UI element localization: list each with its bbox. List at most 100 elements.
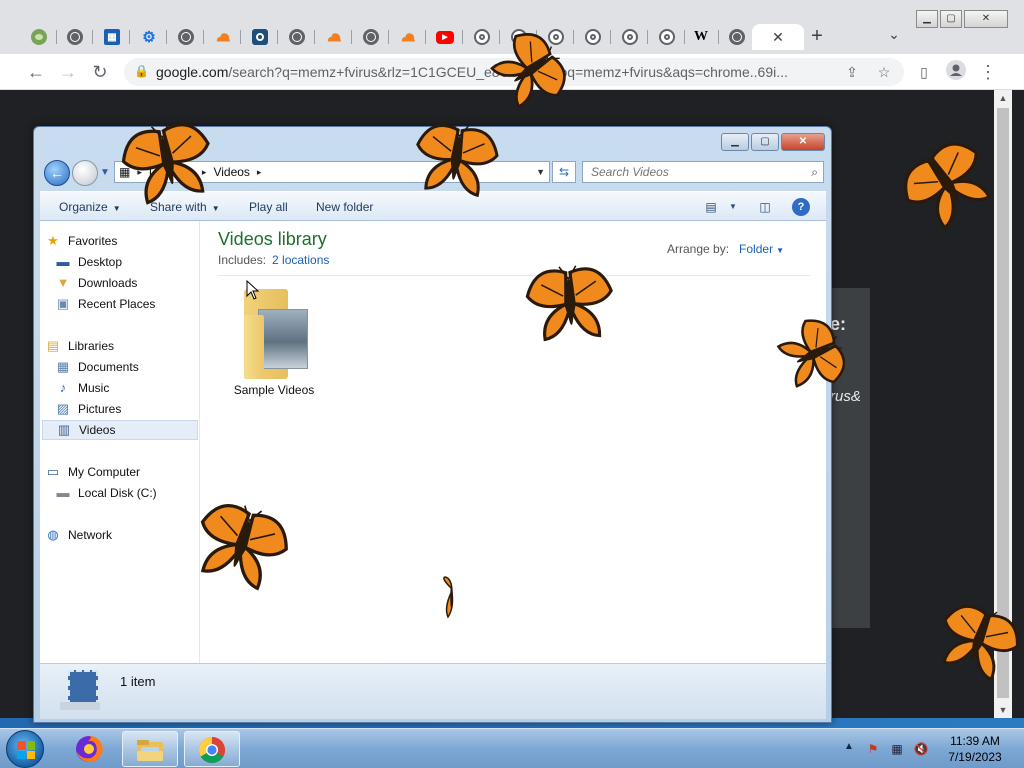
- cloudflare-icon: [326, 29, 342, 45]
- tab-chrome[interactable]: [652, 24, 685, 50]
- cloudflare-icon: [400, 29, 416, 45]
- nav-network[interactable]: ◍ Network: [44, 525, 198, 545]
- music-note-icon: ♪: [59, 380, 67, 395]
- reload-icon[interactable]: ↻: [88, 60, 112, 84]
- navigation-pane: ★ Favorites ▬ Desktop ▼ Downloads ▣ Recent P…: [40, 221, 200, 663]
- includes-locations-link[interactable]: 2 locations: [272, 253, 329, 267]
- nav-libraries[interactable]: ▤ Libraries: [44, 336, 198, 356]
- tab-globe[interactable]: [60, 24, 93, 50]
- tab-globe[interactable]: [356, 24, 389, 50]
- forward-arrow-icon[interactable]: →: [56, 60, 80, 84]
- nav-favorites[interactable]: ★ Favorites: [44, 231, 198, 251]
- search-input[interactable]: [583, 162, 793, 182]
- nav-downloads[interactable]: ▼ Downloads: [54, 273, 208, 293]
- nav-local-disk[interactable]: ▬ Local Disk (C:): [54, 483, 208, 503]
- nav-label: Desktop: [78, 255, 123, 269]
- organize-label: Organize: [59, 200, 108, 214]
- tab-search-chevron-icon[interactable]: ⌄: [884, 26, 904, 46]
- nav-videos[interactable]: ▥ Videos: [42, 420, 198, 440]
- downloads-folder-icon: ▼: [56, 275, 70, 290]
- tab-wikipedia[interactable]: W: [686, 24, 719, 50]
- taskbar-firefox[interactable]: [62, 731, 118, 767]
- organize-button[interactable]: Organize ▼: [59, 200, 121, 214]
- nav-my-computer[interactable]: ▭ My Computer: [44, 462, 198, 482]
- arrange-by: Arrange by: Folder ▼: [667, 242, 784, 256]
- system-clock[interactable]: 11:39 AM 7/19/2023: [940, 733, 1010, 765]
- explorer-minimize-button[interactable]: ▁: [721, 133, 749, 151]
- explorer-refresh-button[interactable]: ⇆: [552, 161, 576, 183]
- explorer-forward-button[interactable]: [72, 160, 98, 186]
- taskbar: ▲ ⚑ ▦ 🔇 11:39 AM 7/19/2023: [0, 728, 1024, 768]
- tab-turtle[interactable]: [24, 24, 57, 50]
- nav-music[interactable]: ♪ Music: [54, 378, 208, 398]
- tab-cloudflare[interactable]: [208, 24, 241, 50]
- butterfly-icon: [510, 262, 630, 349]
- kebab-menu-icon[interactable]: ⋮: [976, 60, 1000, 84]
- volume-muted-icon[interactable]: 🔇: [912, 740, 930, 758]
- pictures-icon: ▨: [56, 401, 70, 416]
- computer-icon: ▭: [46, 464, 60, 479]
- tab-blue-square[interactable]: ▦: [97, 24, 130, 50]
- change-view-icon[interactable]: ▤: [702, 198, 720, 216]
- tab-qualys[interactable]: [245, 24, 278, 50]
- explorer-back-button[interactable]: ←: [44, 160, 70, 186]
- new-folder-button[interactable]: New folder: [316, 200, 373, 214]
- network-tray-icon[interactable]: ▦: [888, 740, 906, 758]
- scroll-up-arrow-icon[interactable]: ▲: [994, 90, 1012, 106]
- start-button[interactable]: [6, 730, 44, 768]
- nav-label: My Computer: [68, 465, 141, 479]
- globe-icon: [729, 29, 745, 45]
- nav-label: Pictures: [78, 402, 122, 416]
- nav-label: Recent Places: [78, 297, 156, 311]
- close-tab-icon[interactable]: ✕: [772, 29, 784, 46]
- folder-item[interactable]: Sample Videos: [222, 285, 314, 405]
- tab-cloudflare[interactable]: [319, 24, 352, 50]
- tab-youtube[interactable]: ▶: [430, 24, 463, 50]
- nav-pictures[interactable]: ▨ Pictures: [54, 399, 208, 419]
- close-window-button[interactable]: ✕: [964, 10, 1008, 28]
- scroll-down-arrow-icon[interactable]: ▼: [994, 702, 1012, 718]
- play-all-button[interactable]: Play all: [249, 200, 288, 214]
- tab-globe[interactable]: [171, 24, 204, 50]
- help-icon[interactable]: ?: [792, 198, 810, 216]
- show-hidden-icons-arrow-icon[interactable]: ▲: [844, 741, 854, 752]
- nav-documents[interactable]: ▦ Documents: [54, 357, 208, 377]
- tab-chrome[interactable]: [615, 24, 648, 50]
- explorer-maximize-button[interactable]: ▢: [751, 133, 779, 151]
- breadcrumb-separator[interactable]: ▸: [254, 167, 265, 178]
- recent-pages-dropdown-icon[interactable]: ▼: [100, 167, 110, 178]
- blue-square-icon: ▦: [104, 29, 120, 45]
- view-options-chevron-icon[interactable]: ▼: [724, 198, 742, 216]
- address-dropdown-icon[interactable]: ▼: [536, 167, 549, 177]
- nav-desktop[interactable]: ▬ Desktop: [54, 252, 208, 272]
- tab-globe[interactable]: [722, 24, 755, 50]
- tab-active[interactable]: ✕: [752, 24, 804, 50]
- tab-gear[interactable]: ⚙: [134, 24, 167, 50]
- profile-avatar-icon[interactable]: [944, 60, 968, 84]
- butterfly-icon: [770, 310, 854, 403]
- arrange-by-dropdown[interactable]: Folder: [739, 242, 773, 256]
- new-tab-button[interactable]: +: [806, 24, 828, 48]
- tab-chrome[interactable]: [578, 24, 611, 50]
- taskbar-chrome[interactable]: [184, 731, 240, 767]
- back-arrow-icon[interactable]: ←: [24, 60, 48, 84]
- explorer-close-button[interactable]: ✕: [781, 133, 825, 151]
- tab-cloudflare[interactable]: [393, 24, 426, 50]
- butterfly-icon: [186, 498, 296, 597]
- nav-recent-places[interactable]: ▣ Recent Places: [54, 294, 208, 314]
- tab-globe[interactable]: [282, 24, 315, 50]
- mouse-cursor-icon: [246, 279, 260, 300]
- minimize-button[interactable]: ▁: [916, 10, 938, 28]
- chevron-down-icon[interactable]: ▼: [776, 246, 784, 255]
- bookmark-star-icon[interactable]: ☆: [874, 62, 894, 82]
- maximize-button[interactable]: ▢: [940, 10, 962, 28]
- butterfly-icon: [114, 118, 222, 211]
- preview-pane-icon[interactable]: ◫: [756, 198, 774, 216]
- share-icon[interactable]: ⇪: [842, 62, 862, 82]
- search-icon[interactable]: ⌕: [811, 165, 818, 180]
- action-center-flag-icon[interactable]: ⚑: [864, 740, 882, 758]
- taskbar-explorer[interactable]: [122, 731, 178, 767]
- video-library-icon: [58, 670, 102, 714]
- url-host: google.com: [156, 64, 229, 80]
- side-panel-icon[interactable]: ▯: [912, 60, 936, 84]
